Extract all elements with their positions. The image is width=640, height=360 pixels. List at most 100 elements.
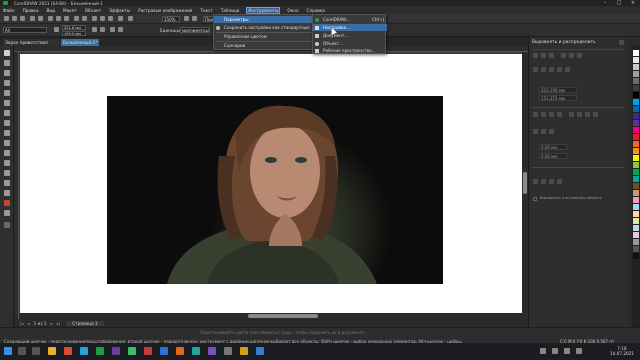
page-height-field[interactable]: 199,5 мм xyxy=(62,30,86,36)
align-right-icon[interactable] xyxy=(549,53,554,58)
shape-tool-icon[interactable] xyxy=(4,60,10,66)
align-to-page-edge-icon[interactable] xyxy=(541,67,546,72)
distribute-spacing-icon[interactable] xyxy=(557,112,562,117)
app-red-icon[interactable] xyxy=(144,347,152,355)
smart-fill-tool-icon[interactable] xyxy=(4,210,10,216)
parallel-dimension-tool-icon[interactable] xyxy=(4,150,10,156)
color-swatch[interactable] xyxy=(633,204,639,210)
search-icon[interactable] xyxy=(92,16,97,21)
app-green-icon[interactable] xyxy=(128,347,136,355)
undo-icon[interactable] xyxy=(74,16,79,21)
color-swatch[interactable] xyxy=(633,239,639,245)
page-width-field[interactable]: 201,8 мм xyxy=(62,25,86,30)
color-swatch[interactable] xyxy=(633,246,639,252)
color-swatch[interactable] xyxy=(633,169,639,175)
redo-icon[interactable] xyxy=(82,16,87,21)
distribute-left-icon[interactable] xyxy=(533,112,538,117)
tab-welcome-screen[interactable]: Экран приветствия xyxy=(3,39,59,46)
first-page-icon[interactable]: |◂ xyxy=(20,321,24,326)
zoom-tool-icon[interactable] xyxy=(4,80,10,86)
task-view-icon[interactable] xyxy=(32,347,40,355)
align-top-icon[interactable] xyxy=(561,53,566,58)
visual-studio-icon[interactable] xyxy=(112,347,120,355)
telegram-icon[interactable] xyxy=(80,347,88,355)
menu-text[interactable]: Текст xyxy=(200,8,212,13)
coreldraw-taskbar-icon[interactable] xyxy=(96,347,104,355)
align-to-selected-icon[interactable] xyxy=(533,67,538,72)
color-swatch[interactable] xyxy=(633,71,639,77)
rectangle-tool-icon[interactable] xyxy=(4,110,10,116)
portrait-photo[interactable] xyxy=(107,96,443,284)
export-icon[interactable] xyxy=(108,16,113,21)
distribute-middle-icon[interactable] xyxy=(577,112,582,117)
color-swatch[interactable] xyxy=(633,197,639,203)
color-swatch[interactable] xyxy=(633,64,639,70)
color-swatch[interactable] xyxy=(633,78,639,84)
full-screen-icon[interactable] xyxy=(184,16,189,21)
color-swatch[interactable] xyxy=(633,225,639,231)
text-align-bbox-icon[interactable] xyxy=(549,179,554,184)
color-swatch[interactable] xyxy=(633,232,639,238)
horizontal-scroll-thumb[interactable] xyxy=(248,314,318,318)
app-blue-icon[interactable] xyxy=(160,347,168,355)
menu-item-options[interactable]: Параметры › xyxy=(214,16,318,23)
distribute-center-icon[interactable] xyxy=(541,112,546,117)
menu-table[interactable]: Таблица xyxy=(221,8,240,13)
color-swatch[interactable] xyxy=(633,92,639,98)
volume-icon[interactable] xyxy=(564,348,570,354)
color-swatch[interactable] xyxy=(633,120,639,126)
text-align-last-line-icon[interactable] xyxy=(541,179,546,184)
tab-untitled-document[interactable]: Безымянный-1* xyxy=(61,39,99,46)
color-swatch[interactable] xyxy=(633,162,639,168)
color-swatch[interactable] xyxy=(633,85,639,91)
network-icon[interactable] xyxy=(552,348,558,354)
next-page-icon[interactable]: ▸ xyxy=(51,321,53,326)
app-launcher-icon[interactable] xyxy=(128,16,133,21)
spacing-h-field[interactable]: 0,00 мм xyxy=(539,144,567,150)
align-center-h-icon[interactable] xyxy=(541,53,546,58)
units-select[interactable]: миллиметры xyxy=(180,27,210,33)
menu-effects[interactable]: Эффекты xyxy=(109,8,130,13)
menu-object[interactable]: Объект xyxy=(85,8,101,13)
paste-icon[interactable] xyxy=(64,16,69,21)
last-page-icon[interactable]: ▸| xyxy=(57,321,61,326)
align-y-field[interactable]: 151,315 мм xyxy=(539,95,577,101)
align-center-v-icon[interactable] xyxy=(569,53,574,58)
color-swatch[interactable] xyxy=(633,218,639,224)
color-swatch[interactable] xyxy=(633,50,639,56)
artistic-media-tool-icon[interactable] xyxy=(4,100,10,106)
publish-pdf-icon[interactable] xyxy=(118,16,123,21)
drop-shadow-tool-icon[interactable] xyxy=(4,170,10,176)
color-swatch[interactable] xyxy=(633,211,639,217)
menu-tools[interactable]: Инструменты xyxy=(246,6,281,14)
menu-layout[interactable]: Макет xyxy=(63,8,77,13)
interactive-fill-tool-icon[interactable] xyxy=(4,200,10,206)
vertical-scroll-thumb[interactable] xyxy=(523,172,527,194)
app-teal-icon[interactable] xyxy=(192,347,200,355)
align-left-icon[interactable] xyxy=(533,53,538,58)
distribute-to-page-icon[interactable] xyxy=(541,129,546,134)
connector-tool-icon[interactable] xyxy=(4,160,10,166)
distribute-to-selection-icon[interactable] xyxy=(533,129,538,134)
landscape-icon[interactable] xyxy=(100,27,105,32)
tray-up-arrow-icon[interactable] xyxy=(540,348,546,354)
color-swatch[interactable] xyxy=(633,155,639,161)
save-icon[interactable] xyxy=(20,16,25,21)
current-page-icon[interactable] xyxy=(118,27,123,32)
search-icon[interactable] xyxy=(18,347,26,355)
rulers-icon[interactable] xyxy=(192,16,197,21)
color-swatch[interactable] xyxy=(633,113,639,119)
menu-file[interactable]: Файл xyxy=(3,8,15,13)
copy-icon[interactable] xyxy=(56,16,61,21)
align-to-grid-icon[interactable] xyxy=(557,67,562,72)
import-icon[interactable] xyxy=(100,16,105,21)
chrome-icon[interactable] xyxy=(64,347,72,355)
distribute-right-icon[interactable] xyxy=(549,112,554,117)
align-to-point-icon[interactable] xyxy=(565,67,570,72)
eyedropper-tool-icon[interactable] xyxy=(4,190,10,196)
menu-item-scripts[interactable]: Сценарии › xyxy=(214,42,318,49)
spacing-v-field[interactable]: 0,00 мм xyxy=(539,153,567,159)
submenu-item-document[interactable]: Документ... xyxy=(313,32,387,39)
menu-item-save-defaults[interactable]: Сохранить настройки как стандартные xyxy=(214,24,318,31)
align-active-object-checkbox[interactable] xyxy=(533,197,537,201)
